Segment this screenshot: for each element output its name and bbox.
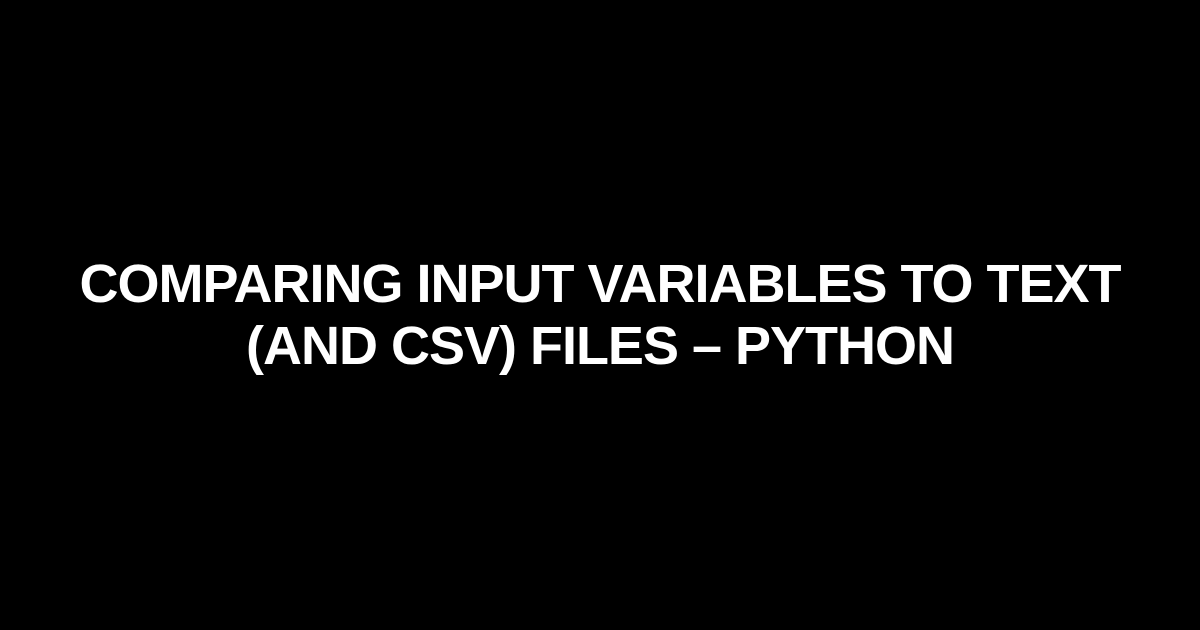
page-title: Comparing input variables to text (and c…	[0, 253, 1200, 377]
